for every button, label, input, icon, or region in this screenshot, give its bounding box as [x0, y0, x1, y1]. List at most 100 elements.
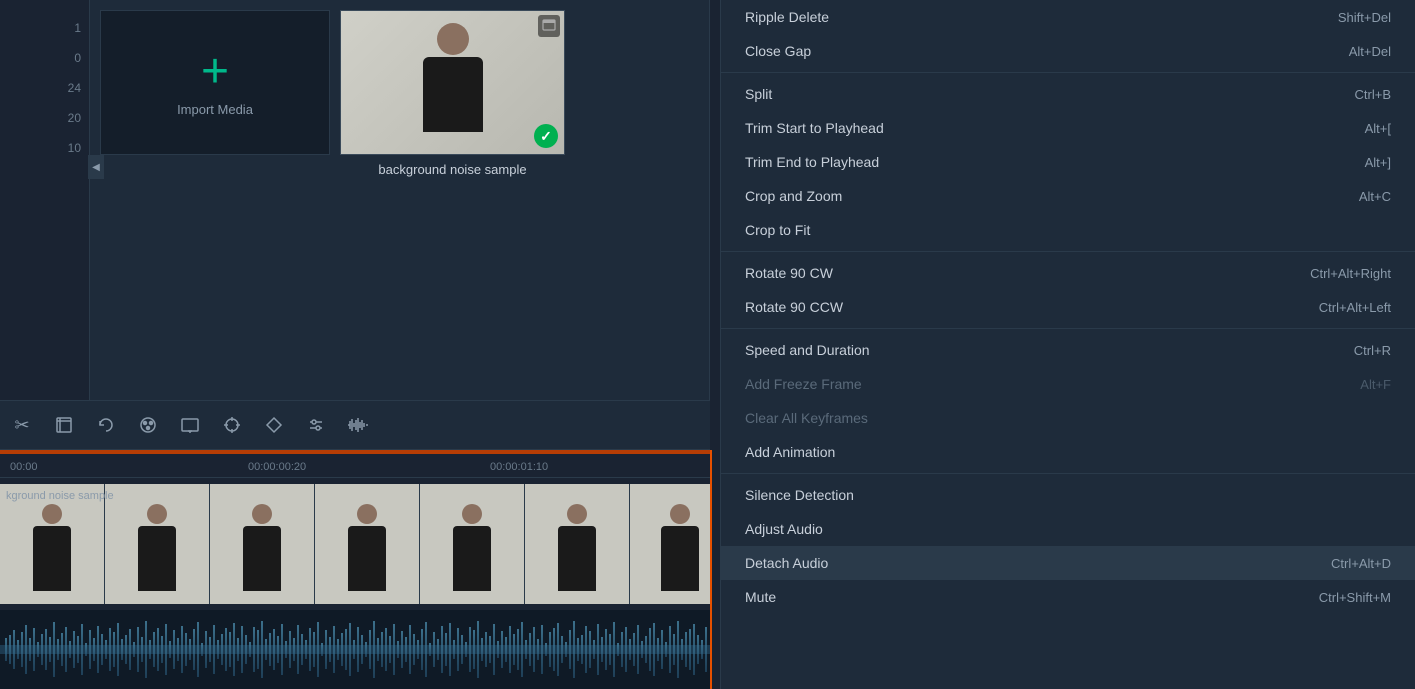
menu-item-trim-start-to-playhead[interactable]: Trim Start to PlayheadAlt+[ [721, 111, 1415, 145]
ruler-ticks: /* drawn inline */ [0, 462, 710, 478]
ruler-num-10: 10 [68, 142, 81, 154]
film-frame-4 [315, 484, 420, 604]
menu-item-shortcut: Ctrl+Alt+Right [1310, 266, 1391, 281]
film-body-1 [33, 526, 71, 591]
film-head-6 [567, 504, 587, 524]
waveform-svg [0, 610, 710, 689]
timeline-ruler: 00:00 00:00:00:20 00:00:01:10 /* drawn i… [0, 450, 710, 478]
menu-item-mute[interactable]: Mute Ctrl+Shift+M [721, 580, 1415, 614]
menu-item-speed-and-duration[interactable]: Speed and DurationCtrl+R [721, 333, 1415, 367]
film-person-7 [655, 504, 705, 604]
film-person-2 [132, 504, 182, 604]
menu-item-rotate-90-ccw[interactable]: Rotate 90 CCWCtrl+Alt+Left [721, 290, 1415, 324]
ruler-num-20: 20 [68, 112, 81, 124]
menu-item-shortcut: Alt+Del [1349, 44, 1391, 59]
menu-item-label: Detach Audio [745, 555, 828, 571]
film-frame-5 [420, 484, 525, 604]
video-clip-tile[interactable]: ✓ [340, 10, 565, 155]
menu-item-shortcut: Ctrl+B [1355, 87, 1391, 102]
film-head-2 [147, 504, 167, 524]
timeline-toolbar: ✂ [0, 400, 710, 450]
menu-item-adjust-audio[interactable]: Adjust Audio [721, 512, 1415, 546]
ruler-progress-bar [0, 450, 710, 454]
film-head-4 [357, 504, 377, 524]
film-head-3 [252, 504, 272, 524]
film-frame-6 [525, 484, 630, 604]
film-person-5 [447, 504, 497, 604]
film-frame-1 [0, 484, 105, 604]
menu-item-shortcut: Alt+[ [1365, 121, 1391, 136]
film-body-2 [138, 526, 176, 591]
person-head [437, 23, 469, 55]
menu-item-ripple-delete[interactable]: Ripple DeleteShift+Del [721, 0, 1415, 34]
menu-item-clear-all-keyframes: Clear All Keyframes [721, 401, 1415, 435]
menu-item-label: Silence Detection [745, 487, 854, 503]
film-person-3 [237, 504, 287, 604]
cut-tool-icon[interactable]: ✂ [10, 413, 34, 437]
film-frame-3 [210, 484, 315, 604]
media-panel: 1 0 24 20 10 + Import Media [0, 0, 710, 400]
clip-type-icon [538, 15, 560, 37]
collapse-arrow[interactable]: ◀ [88, 155, 104, 179]
menu-item-label: Clear All Keyframes [745, 410, 868, 426]
film-frame-2 [105, 484, 210, 604]
menu-items-container: Ripple DeleteShift+Del Close Gap Alt+Del Sp… [721, 0, 1415, 614]
menu-item-split[interactable]: SplitCtrl+B [721, 77, 1415, 111]
menu-item-close-gap[interactable]: Close Gap Alt+Del [721, 34, 1415, 68]
import-media-tile[interactable]: + Import Media [100, 10, 330, 155]
film-head-5 [462, 504, 482, 524]
color-tool-icon[interactable] [136, 413, 160, 437]
playhead-line [710, 450, 712, 689]
menu-item-shortcut: Ctrl+Shift+M [1319, 590, 1391, 605]
menu-item-detach-audio[interactable]: Detach AudioCtrl+Alt+D [721, 546, 1415, 580]
menu-item-label: Mute [745, 589, 776, 605]
menu-item-label: Trim End to Playhead [745, 154, 879, 170]
menu-item-shortcut: Ctrl+Alt+Left [1319, 300, 1391, 315]
adjust-tool-icon[interactable] [304, 413, 328, 437]
target-tool-icon[interactable] [220, 413, 244, 437]
menu-divider [721, 72, 1415, 73]
media-content-area: + Import Media ✓ b [90, 0, 710, 400]
clip-thumbnail [341, 11, 564, 154]
menu-divider [721, 328, 1415, 329]
menu-item-shortcut: Alt+] [1365, 155, 1391, 170]
import-plus-icon: + [201, 48, 229, 96]
menu-item-label: Ripple Delete [745, 9, 829, 25]
menu-item-label: Rotate 90 CW [745, 265, 833, 281]
menu-item-silence-detection[interactable]: Silence Detection [721, 478, 1415, 512]
menu-item-trim-end-to-playhead[interactable]: Trim End to Playhead Alt+] [721, 145, 1415, 179]
crop-tool-icon[interactable] [52, 413, 76, 437]
menu-item-crop-and-zoom[interactable]: Crop and Zoom Alt+C [721, 179, 1415, 213]
context-menu: Ripple DeleteShift+Del Close Gap Alt+Del Sp… [720, 0, 1415, 689]
track-label: kground noise sample [6, 490, 114, 502]
person-body [423, 57, 483, 132]
menu-item-label: Adjust Audio [745, 521, 823, 537]
menu-item-add-freeze-frame: Add Freeze FrameAlt+F [721, 367, 1415, 401]
undo-tool-icon[interactable] [94, 413, 118, 437]
film-person-1 [27, 504, 77, 604]
film-body-4 [348, 526, 386, 591]
clip-check-icon: ✓ [534, 124, 558, 148]
film-head-7 [670, 504, 690, 524]
filmstrip [0, 484, 710, 604]
film-body-6 [558, 526, 596, 591]
film-frame-7 [630, 484, 710, 604]
clip-name-label: background noise sample [340, 162, 565, 177]
audio-track [0, 610, 710, 689]
timeline-ruler-left: 1 0 24 20 10 [0, 0, 90, 400]
screen-tool-icon[interactable] [178, 413, 202, 437]
menu-item-rotate-90-cw[interactable]: Rotate 90 CW Ctrl+Alt+Right [721, 256, 1415, 290]
menu-item-add-animation[interactable]: Add Animation [721, 435, 1415, 469]
film-person-6 [552, 504, 602, 604]
menu-item-label: Crop and Zoom [745, 188, 842, 204]
video-track: kground noise sample [0, 484, 710, 604]
menu-item-label: Close Gap [745, 43, 811, 59]
ruler-num-24: 24 [68, 82, 81, 94]
menu-item-crop-to-fit[interactable]: Crop to Fit [721, 213, 1415, 247]
waveform-tool-icon[interactable] [346, 413, 370, 437]
menu-item-shortcut: Alt+C [1359, 189, 1391, 204]
diamond-tool-icon[interactable] [262, 413, 286, 437]
menu-item-label: Add Freeze Frame [745, 376, 862, 392]
person-figure [413, 23, 493, 143]
film-body-5 [453, 526, 491, 591]
